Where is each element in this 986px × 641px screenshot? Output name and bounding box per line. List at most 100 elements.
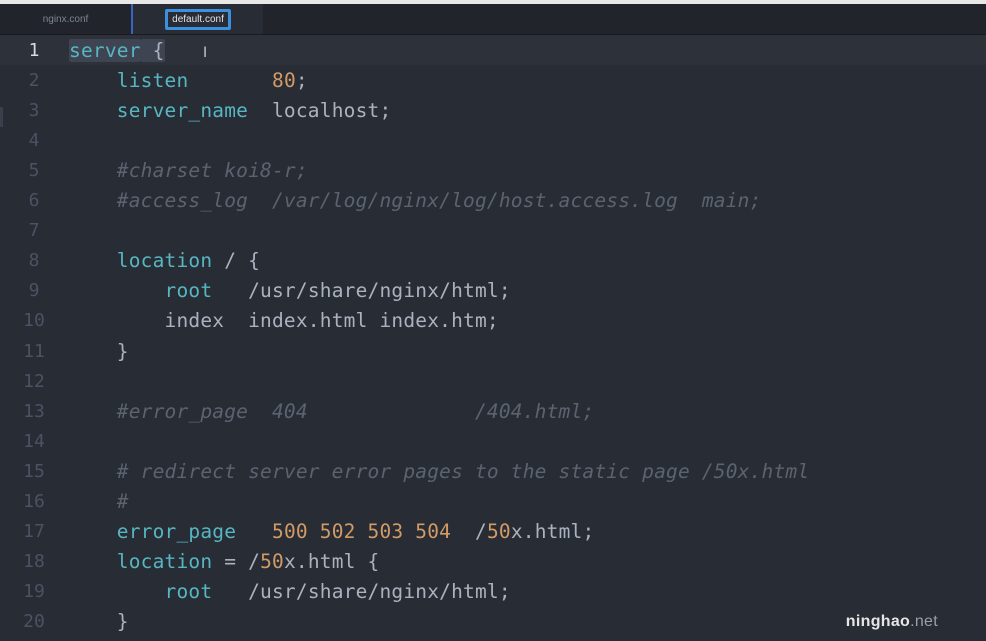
line-number: 13 [23,400,45,422]
code-line[interactable]: 11 } [0,336,986,366]
line-number: 10 [23,310,45,332]
code-text: location = /50x.html { [69,550,380,574]
line-number: 12 [23,370,45,392]
editor-window: nginx.conf default.conf 1 server {2 liste… [0,0,986,641]
code-token: x.html { [283,550,380,574]
code-text: server_name localhost; [69,99,391,122]
code-token: = / [212,550,261,574]
code-line[interactable]: 8 location / { [0,246,986,276]
code-line[interactable]: 1 server { [0,35,986,65]
code-line[interactable]: 20 } [0,607,986,637]
code-line[interactable]: 15 # redirect server error pages to the … [0,456,986,486]
code-editor[interactable]: 1 server {2 listen 80; 3 server_name local… [0,35,986,641]
line-number: 7 [28,220,40,242]
code-line[interactable]: 3 server_name localhost; [0,95,986,125]
code-line[interactable]: 12 [0,366,986,396]
code-token: 80 [272,68,296,92]
tab-bar: nginx.conf default.conf [0,4,986,35]
line-number: 3 [28,99,40,121]
line-number: 11 [23,340,45,362]
code-line[interactable]: 4 [0,125,986,155]
code-line[interactable]: 7 [0,216,986,246]
code-token: { [140,38,165,62]
tab-label: nginx.conf [42,13,89,25]
code-line[interactable]: 9 root /usr/share/nginx/html; [0,276,986,306]
code-line[interactable]: 5 #charset koi8-r; [0,155,986,185]
line-number: 16 [23,491,45,512]
code-line[interactable]: 6 #access_log /var/log/nginx/log/host.ac… [0,186,986,216]
code-token: /usr/share/nginx/html; [212,580,511,604]
code-text: server { [69,38,165,62]
code-text: #access_log /var/log/nginx/log/host.acce… [69,189,762,212]
line-number: 5 [28,159,40,181]
code-token: listen [116,68,189,92]
watermark-suffix: .net [910,613,938,630]
code-line[interactable]: 17 error_page 500 502 503 504 /50x.html; [0,517,986,547]
code-line[interactable]: 18 location = /50x.html { [0,547,986,577]
code-token: root [164,279,213,303]
line-number: 17 [23,521,45,543]
tab-label: default.conf [165,8,231,30]
code-token: location [116,249,213,273]
code-text: location / { [69,249,260,272]
line-number: 1 [28,39,40,61]
code-text: error_page 500 502 503 504 /50x.html; [69,520,594,543]
code-text: root /usr/share/nginx/html; [69,580,511,603]
code-line[interactable]: 13 #error_page 404 /404.html; [0,396,986,426]
code-token: } [69,339,129,363]
code-token: ; [295,68,308,92]
watermark-brand: ninghao [845,613,911,630]
code-token: server [69,38,141,62]
code-token: / [451,520,487,544]
code-token: } [69,610,129,634]
code-line[interactable]: 19 root /usr/share/nginx/html; [0,577,986,607]
line-number: 15 [23,460,45,482]
code-text: # [69,490,129,513]
line-number: 8 [28,250,40,272]
tab-default-conf[interactable]: default.conf [133,4,263,34]
line-number: 6 [28,190,40,211]
tab-nginx-conf[interactable]: nginx.conf [0,4,133,34]
code-text: index index.html index.htm; [69,309,499,332]
code-line[interactable]: 10 index index.html index.htm; [0,306,986,336]
code-text: # redirect server error pages to the sta… [69,460,809,483]
code-token: index index.html index.htm; [164,309,499,333]
line-number: 19 [23,581,45,603]
code-token: #charset koi8-r; [116,158,308,182]
text-cursor-icon: I [203,45,208,61]
watermark-logo: ninghao.net [846,613,938,631]
code-line[interactable]: 16 # [0,487,986,517]
code-token: root [164,580,213,604]
line-number: 14 [23,430,45,452]
code-token: error_page [116,520,237,544]
code-token: 50 [260,550,284,574]
code-line[interactable]: 2 listen 80; [0,65,986,95]
code-text: } [69,610,129,633]
line-number: 4 [28,129,40,151]
code-text: } [69,340,129,363]
line-number: 18 [23,551,45,573]
code-token: /usr/share/nginx/html; [212,279,511,303]
code-token: 500 502 503 504 [272,520,452,544]
code-token: # redirect server error pages to the sta… [116,459,810,483]
code-text: #charset koi8-r; [69,159,308,182]
code-line[interactable]: 14 [0,426,986,456]
code-token: localhost; [248,98,392,122]
code-token: 50 [486,520,511,544]
code-text: #error_page 404 /404.html; [69,400,594,423]
code-token: location [116,550,213,574]
